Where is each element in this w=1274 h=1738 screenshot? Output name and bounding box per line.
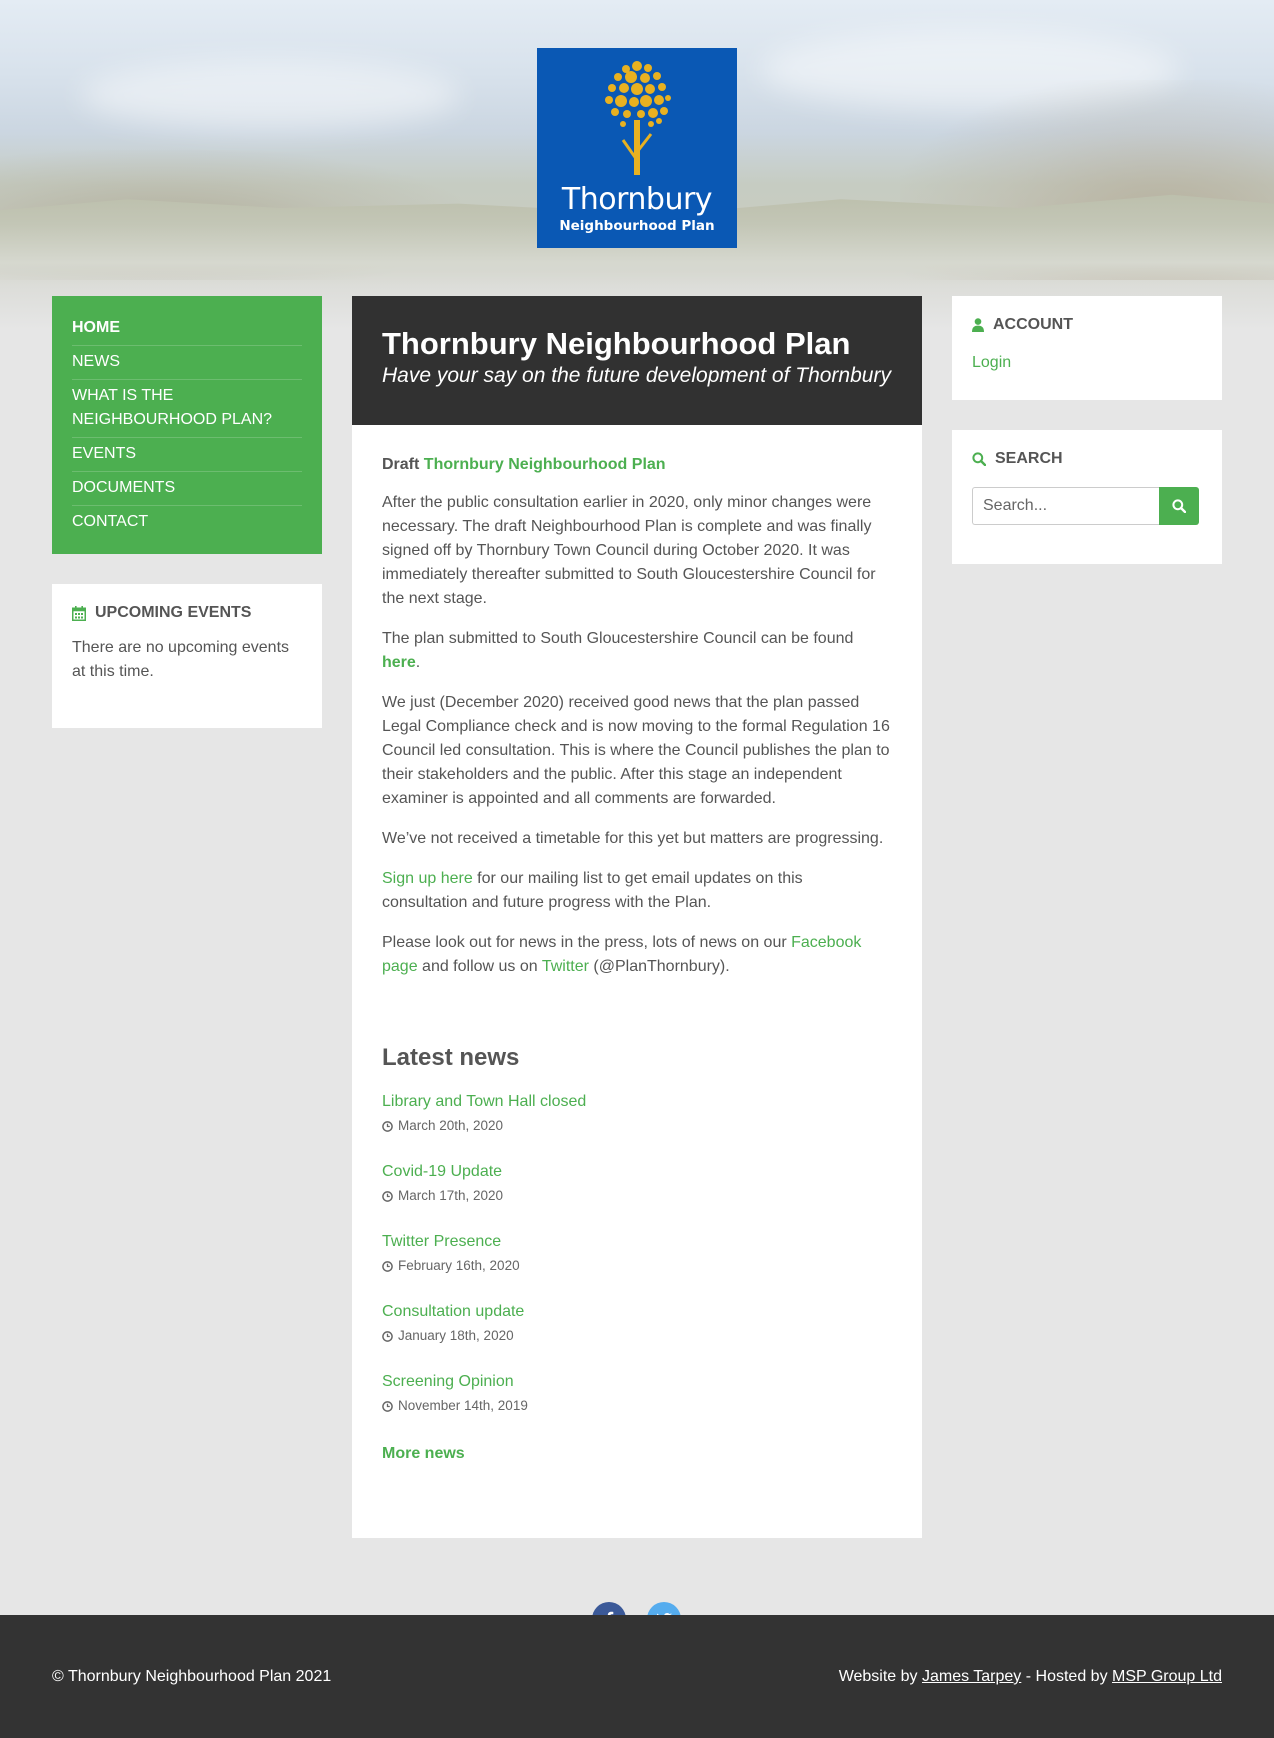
news-date: March 17th, 2020 (382, 1187, 892, 1205)
news-date-text: November 14th, 2019 (398, 1398, 528, 1413)
paragraph-timetable: We’ve not received a timetable for this … (382, 830, 884, 847)
main-nav: HOME NEWS WHAT IS THE NEIGHBOURHOOD PLAN… (52, 296, 322, 554)
nav-item-documents[interactable]: DOCUMENTS (72, 472, 302, 506)
news-item: Screening Opinion November 14th, 2019 (382, 1371, 892, 1415)
search-header: SEARCH (972, 450, 1202, 468)
submitted-end: . (415, 654, 421, 671)
hero-cloud (80, 60, 460, 130)
news-date-text: March 20th, 2020 (398, 1118, 504, 1133)
hero-banner: Thornbury Neighbourhood Plan (0, 0, 1274, 330)
upcoming-events-panel: UPCOMING EVENTS There are no upcoming ev… (52, 584, 322, 728)
twitter-link[interactable]: Twitter (542, 958, 589, 975)
submitted-text: The plan submitted to South Gloucestersh… (382, 630, 854, 647)
site-logo[interactable]: Thornbury Neighbourhood Plan (537, 48, 737, 248)
social-text-b: and follow us on (417, 958, 542, 975)
paragraph-mailing-list: Sign up here for our mailing list to get… (382, 867, 892, 915)
upcoming-events-text: There are no upcoming events at this tim… (72, 639, 290, 680)
more-news-link[interactable]: More news (382, 1445, 892, 1463)
site-footer: © Thornbury Neighbourhood Plan 2021 Webs… (0, 1615, 1274, 1738)
nav-item-news[interactable]: NEWS (72, 346, 302, 380)
account-title: ACCOUNT (993, 316, 1073, 333)
upcoming-events-title: UPCOMING EVENTS (95, 604, 252, 621)
paragraph-social: Please look out for news in the press, l… (382, 931, 892, 979)
clock-icon (382, 1120, 393, 1132)
news-date: November 14th, 2019 (382, 1397, 892, 1415)
news-item: Consultation update January 18th, 2020 (382, 1301, 892, 1345)
news-date-text: March 17th, 2020 (398, 1188, 504, 1203)
news-date-text: January 18th, 2020 (398, 1328, 514, 1343)
account-header: ACCOUNT (972, 316, 1202, 334)
nav-item-what-is-the-plan[interactable]: WHAT IS THE NEIGHBOURHOOD PLAN? (72, 380, 302, 438)
news-title-link[interactable]: Covid-19 Update (382, 1161, 892, 1183)
paragraph-legal-compliance: We just (December 2020) received good ne… (382, 694, 890, 807)
clock-icon (382, 1330, 393, 1342)
news-title-link[interactable]: Twitter Presence (382, 1231, 892, 1253)
nav-item-events[interactable]: EVENTS (72, 438, 302, 472)
page-header: Thornbury Neighbourhood Plan Have your s… (352, 296, 922, 425)
news-item: Library and Town Hall closed March 20th,… (382, 1091, 892, 1135)
social-text-c: (@PlanThornbury). (588, 958, 730, 975)
hosted-by-label: - Hosted by (1021, 1668, 1113, 1685)
website-by-label: Website by (838, 1668, 918, 1685)
sign-up-link[interactable]: Sign up here (382, 870, 473, 887)
social-text-a: Please look out for news in the press, l… (382, 934, 792, 951)
search-input[interactable] (972, 487, 1159, 525)
footer-credits: Website by James Tarpey - Hosted by MSP … (839, 1668, 1222, 1686)
news-date: February 16th, 2020 (382, 1257, 892, 1275)
clock-icon (382, 1190, 393, 1202)
page-title: Thornbury Neighbourhood Plan (382, 326, 851, 361)
clock-icon (382, 1260, 393, 1272)
plan-here-link[interactable]: here (382, 654, 416, 671)
page-subtitle: Have your say on the future development … (382, 364, 891, 387)
clock-icon (382, 1400, 393, 1412)
news-title-link[interactable]: Library and Town Hall closed (382, 1091, 892, 1113)
search-title: SEARCH (995, 450, 1063, 467)
nav-item-contact[interactable]: CONTACT (72, 506, 302, 539)
draft-heading: Draft Thornbury Neighbourhood Plan (382, 453, 892, 477)
search-icon (1172, 499, 1186, 513)
news-item: Covid-19 Update March 17th, 2020 (382, 1161, 892, 1205)
draft-plan-link[interactable]: Thornbury Neighbourhood Plan (424, 456, 666, 473)
nav-item-home[interactable]: HOME (72, 312, 302, 346)
article-body: Draft Thornbury Neighbourhood Plan After… (352, 425, 922, 1463)
upcoming-events-header: UPCOMING EVENTS (72, 604, 302, 622)
logo-subtitle: Neighbourhood Plan (559, 218, 715, 234)
login-link[interactable]: Login (972, 354, 1202, 372)
search-panel: SEARCH (952, 430, 1222, 564)
news-title-link[interactable]: Consultation update (382, 1301, 892, 1323)
search-form (972, 487, 1202, 525)
news-date: January 18th, 2020 (382, 1327, 892, 1345)
footer-copyright: © Thornbury Neighbourhood Plan 2021 (52, 1668, 332, 1685)
news-title-link[interactable]: Screening Opinion (382, 1371, 892, 1393)
news-item: Twitter Presence February 16th, 2020 (382, 1231, 892, 1275)
paragraph-consultation: After the public consultation earlier in… (382, 494, 876, 607)
calendar-icon (72, 605, 86, 621)
account-panel: ACCOUNT Login (952, 296, 1222, 400)
paragraph-submitted: The plan submitted to South Gloucestersh… (382, 627, 892, 675)
logo-name: Thornbury (561, 182, 713, 217)
author-link[interactable]: James Tarpey (922, 1668, 1021, 1685)
user-icon (972, 318, 984, 332)
news-date: March 20th, 2020 (382, 1117, 892, 1135)
draft-prefix: Draft (382, 456, 420, 473)
news-date-text: February 16th, 2020 (398, 1258, 520, 1273)
main-content: Thornbury Neighbourhood Plan Have your s… (352, 296, 922, 1538)
latest-news-heading: Latest news (382, 1044, 520, 1071)
search-button[interactable] (1159, 487, 1199, 525)
search-icon (972, 452, 986, 466)
host-link[interactable]: MSP Group Ltd (1112, 1668, 1222, 1685)
